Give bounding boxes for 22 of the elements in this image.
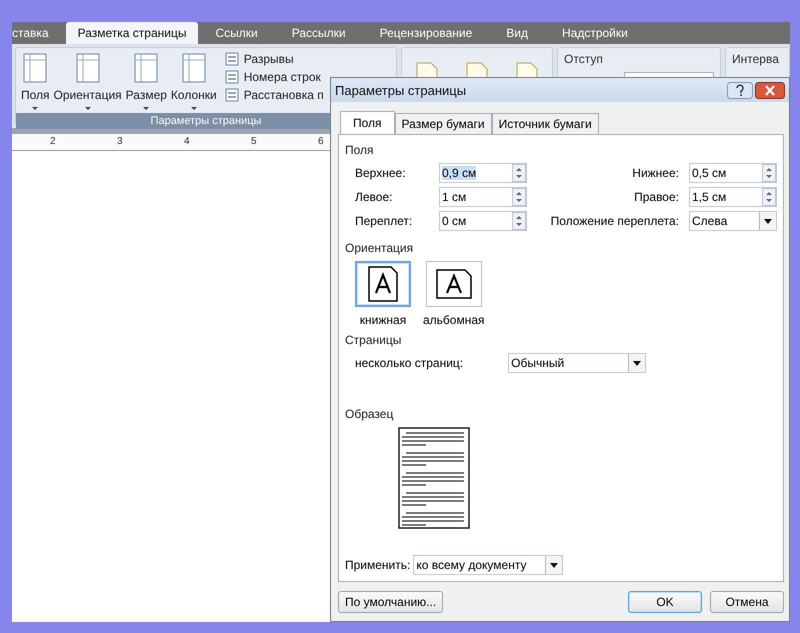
field-label: Нижнее:: [631, 166, 679, 180]
section-heading: Страницы: [345, 333, 402, 347]
ruler-number: 4: [184, 135, 191, 149]
ruler-number: 5: [251, 135, 258, 149]
option-label: альбомная: [423, 313, 485, 327]
section-heading: Поля: [345, 143, 375, 157]
group-label: Интерва: [732, 52, 780, 66]
window-title: Параметры страницы: [335, 82, 466, 98]
field-label: Правое:: [633, 190, 679, 204]
field-label: Переплет:: [355, 214, 414, 228]
group-label: Отступ: [564, 52, 604, 66]
section-heading: Образец: [345, 407, 394, 421]
field-label: Верхнее:: [355, 166, 407, 180]
field-label: несколько страниц:: [355, 356, 464, 370]
ruler-number: 3: [117, 135, 124, 149]
field-label: Левое:: [355, 190, 394, 204]
ruler-number: 6: [318, 135, 325, 149]
field-label: Положение переплета:: [550, 214, 679, 228]
option-label: книжная: [360, 313, 406, 327]
section-heading: Ориентация: [345, 241, 414, 255]
ruler-number: 2: [50, 135, 57, 149]
field-label: Применить:: [345, 558, 410, 572]
